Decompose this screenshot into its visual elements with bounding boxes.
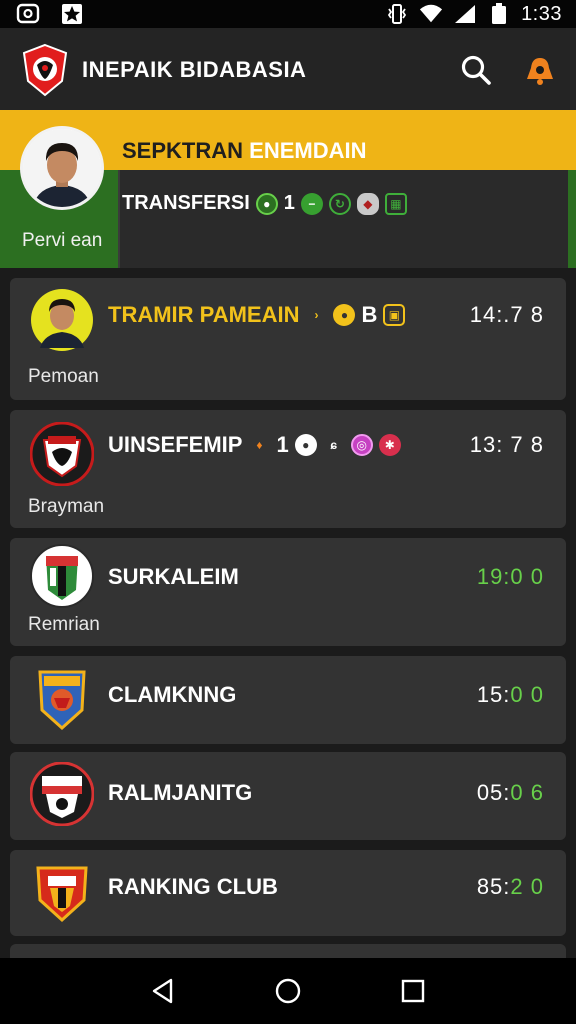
- match-time-hours: 05:: [476, 780, 511, 805]
- match-card[interactable]: CLAMKNNG 15:0 0: [10, 656, 566, 744]
- match-name: RALMJANITG: [108, 780, 253, 805]
- match-title: UINSEFEMIP ♦ 1 ● ɕ ◎ ✱: [108, 432, 401, 458]
- club-crest-icon: [30, 668, 94, 732]
- match-caption: Pemoan: [28, 366, 99, 387]
- notification-icon[interactable]: [522, 52, 558, 88]
- match-time-minutes: 2 0: [510, 874, 544, 899]
- match-time: 19:0 0: [476, 564, 544, 589]
- match-time: 14:.7 8: [469, 302, 544, 327]
- featured-caption: Pervi ean: [22, 230, 103, 251]
- match-caption: Remrian: [28, 614, 100, 635]
- clock: 1:33: [521, 2, 562, 25]
- back-icon[interactable]: [143, 971, 183, 1011]
- player-avatar[interactable]: [20, 126, 104, 210]
- app-bar: INEPAIK BIDABASIA: [0, 28, 576, 112]
- match-caption: Brayman: [28, 496, 105, 517]
- club-crest-icon: [29, 421, 95, 487]
- shield-icon: ◆: [356, 192, 379, 215]
- status-bar: 1:33: [0, 0, 576, 28]
- wifi-icon: [419, 3, 443, 25]
- search-icon[interactable]: [458, 52, 494, 88]
- match-suffix: B: [361, 302, 378, 327]
- match-time: 15:0 0: [477, 682, 544, 708]
- match-name: CLAMKNNG: [108, 682, 237, 707]
- club-crest-icon: [30, 544, 94, 608]
- badge-icon: ▣: [383, 304, 406, 326]
- match-name: RANKING CLUB: [108, 874, 278, 899]
- match-title: CLAMKNNG: [108, 682, 236, 708]
- match-time: 05:0 6: [477, 780, 544, 806]
- match-time: 13: 7 8: [469, 432, 544, 457]
- match-time: 85:2 0: [477, 874, 544, 900]
- shield-icon: ♦: [256, 438, 263, 452]
- match-time-hours: 85:: [476, 874, 511, 899]
- home-icon[interactable]: [268, 971, 308, 1011]
- swirl-icon: ɕ: [330, 438, 338, 452]
- match-card[interactable]: RANKING CLUB 85:2 0: [10, 850, 566, 936]
- match-card[interactable]: SURKALEIM 19:0 0 Remrian: [10, 538, 566, 646]
- match-card[interactable]: UINSEFEMIP ♦ 1 ● ɕ ◎ ✱ 13: 7 8 Brayman: [10, 410, 566, 528]
- face-icon: ●: [294, 434, 317, 456]
- player-avatar: [30, 288, 94, 352]
- club-crest-icon: [30, 860, 94, 924]
- match-title: RALMJANITG: [108, 780, 252, 806]
- grid-icon: ▦: [384, 192, 407, 215]
- recents-icon[interactable]: [393, 971, 433, 1011]
- match-suffix: 1: [276, 432, 289, 457]
- match-title: SURKALEIM: [108, 564, 239, 590]
- featured-panel: [118, 170, 568, 268]
- featured-subtitle-number: 1: [283, 192, 295, 214]
- match-name: SURKALEIM: [108, 564, 239, 589]
- featured-title: SEPKTRAN ENEMDAIN: [122, 138, 366, 164]
- club-crest-icon: [29, 761, 95, 827]
- match-name: TRAMIR PAMEAIN: [108, 302, 300, 327]
- featured-title-dark: SEPKTRAN: [122, 138, 244, 163]
- signal-icon: [453, 3, 477, 25]
- club-crest-icon: [22, 43, 68, 97]
- soccer-ball-icon: ●: [255, 192, 278, 215]
- chevron-icon: ›: [314, 308, 319, 322]
- emblem-icon: ✱: [378, 434, 401, 456]
- match-time-hours: 15:: [476, 682, 511, 707]
- smile-icon: ●: [333, 304, 356, 326]
- cast-icon: [16, 3, 40, 25]
- featured-title-light: ENEMDAIN: [249, 138, 367, 163]
- match-title: RANKING CLUB: [108, 874, 278, 900]
- match-time-minutes: 0 0: [510, 682, 544, 707]
- minus-icon: −: [300, 192, 323, 215]
- match-time-minutes: 0 6: [510, 780, 544, 805]
- match-title: TRAMIR PAMEAIN › ● B ▣: [108, 302, 406, 328]
- featured-subtitle-text: TRANSFERSI: [122, 192, 250, 214]
- vibrate-icon: [385, 3, 409, 25]
- battery-icon: [487, 3, 511, 25]
- featured-subtitle: TRANSFERSI ● 1 − ↻ ◆ ▦: [122, 192, 407, 215]
- star-icon: [60, 3, 84, 25]
- app-title: INEPAIK BIDABASIA: [82, 57, 307, 82]
- match-card[interactable]: RALMJANITG 05:0 6: [10, 752, 566, 840]
- match-card[interactable]: TRAMIR PAMEAIN › ● B ▣ 14:.7 8 Pemoan: [10, 278, 566, 400]
- refresh-icon: ↻: [328, 192, 351, 215]
- match-name: UINSEFEMIP: [108, 432, 243, 457]
- navigation-bar: [0, 958, 576, 1024]
- target-icon: ◎: [350, 434, 373, 456]
